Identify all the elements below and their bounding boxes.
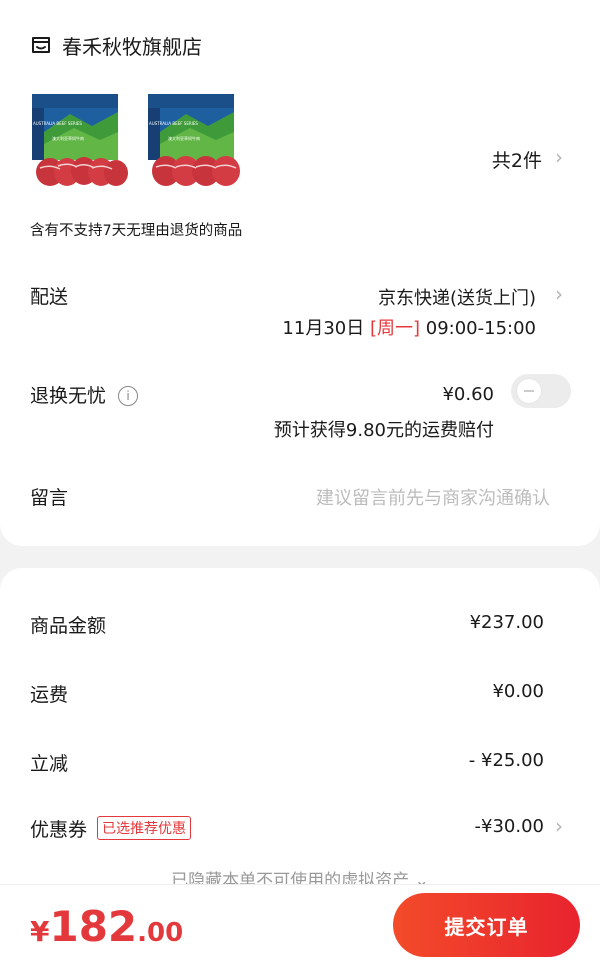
shipping-label: 运费: [30, 684, 69, 706]
chevron-right-icon[interactable]: ›: [555, 814, 563, 838]
delivery-weekday: [周一]: [369, 318, 421, 339]
order-card: [0, 0, 600, 546]
return-worry-free-toggle[interactable]: [511, 374, 571, 408]
package-brand-text: AUSTRALIA BEEF SERIES: [33, 121, 82, 126]
product-thumbnail[interactable]: AUSTRALIA BEEF SERIES 澳大利亚草饲牛肉: [30, 92, 130, 192]
package-brand-text: AUSTRALIA BEEF SERIES: [149, 121, 198, 126]
product-thumbnail[interactable]: AUSTRALIA BEEF SERIES 澳大利亚草饲牛肉: [146, 92, 246, 192]
toggle-knob: [517, 379, 541, 403]
message-label: 留言: [30, 487, 69, 509]
chevron-right-icon[interactable]: ›: [555, 145, 563, 169]
currency-symbol: ¥: [30, 915, 50, 948]
return-worry-free-price: ¥0.60: [442, 384, 494, 405]
submit-order-button[interactable]: 提交订单: [393, 893, 580, 957]
return-policy-notice: 含有不支持7天无理由退货的商品: [30, 223, 243, 239]
store-header[interactable]: 春禾秋牧旗舰店: [30, 30, 202, 60]
delivery-time[interactable]: 11月30日 [周一] 09:00-15:00: [282, 314, 536, 340]
shipping-value: ¥0.00: [492, 681, 544, 702]
coupon-value[interactable]: -¥30.00: [475, 816, 544, 837]
return-worry-free-desc: 预计获得9.80元的运费赔付: [273, 420, 494, 441]
item-count[interactable]: 共2件: [492, 146, 542, 173]
total-decimal: .00: [137, 918, 184, 948]
delivery-method[interactable]: 京东快递(送货上门): [378, 284, 536, 310]
goods-amount-label: 商品金额: [30, 615, 107, 637]
coupon-badge: 已选推荐优惠: [97, 816, 192, 840]
package-sub-text: 澳大利亚草饲牛肉: [168, 135, 200, 141]
store-name: 春禾秋牧旗舰店: [62, 34, 202, 59]
package-sub-text: 澳大利亚草饲牛肉: [52, 135, 84, 141]
total-integer: 182: [49, 902, 138, 951]
coupon-row[interactable]: 优惠券 已选推荐优惠: [30, 815, 192, 842]
store-icon: [30, 34, 52, 56]
delivery-label: 配送: [30, 286, 69, 308]
chevron-right-icon[interactable]: ›: [555, 282, 563, 306]
return-worry-free-label: 退换无忧: [30, 385, 107, 407]
delivery-time-range: 09:00-15:00: [425, 318, 536, 339]
goods-amount-value: ¥237.00: [469, 612, 544, 633]
instant-discount-value: - ¥25.00: [468, 750, 544, 771]
return-worry-free-row: 退换无忧 i: [30, 381, 139, 408]
coupon-label: 优惠券: [30, 819, 88, 841]
message-input[interactable]: 建议留言前先与商家沟通确认: [316, 484, 550, 510]
delivery-date: 11月30日: [282, 318, 365, 339]
instant-discount-label: 立减: [30, 753, 69, 775]
order-total: ¥182.00: [30, 902, 183, 951]
info-icon[interactable]: i: [118, 386, 139, 406]
